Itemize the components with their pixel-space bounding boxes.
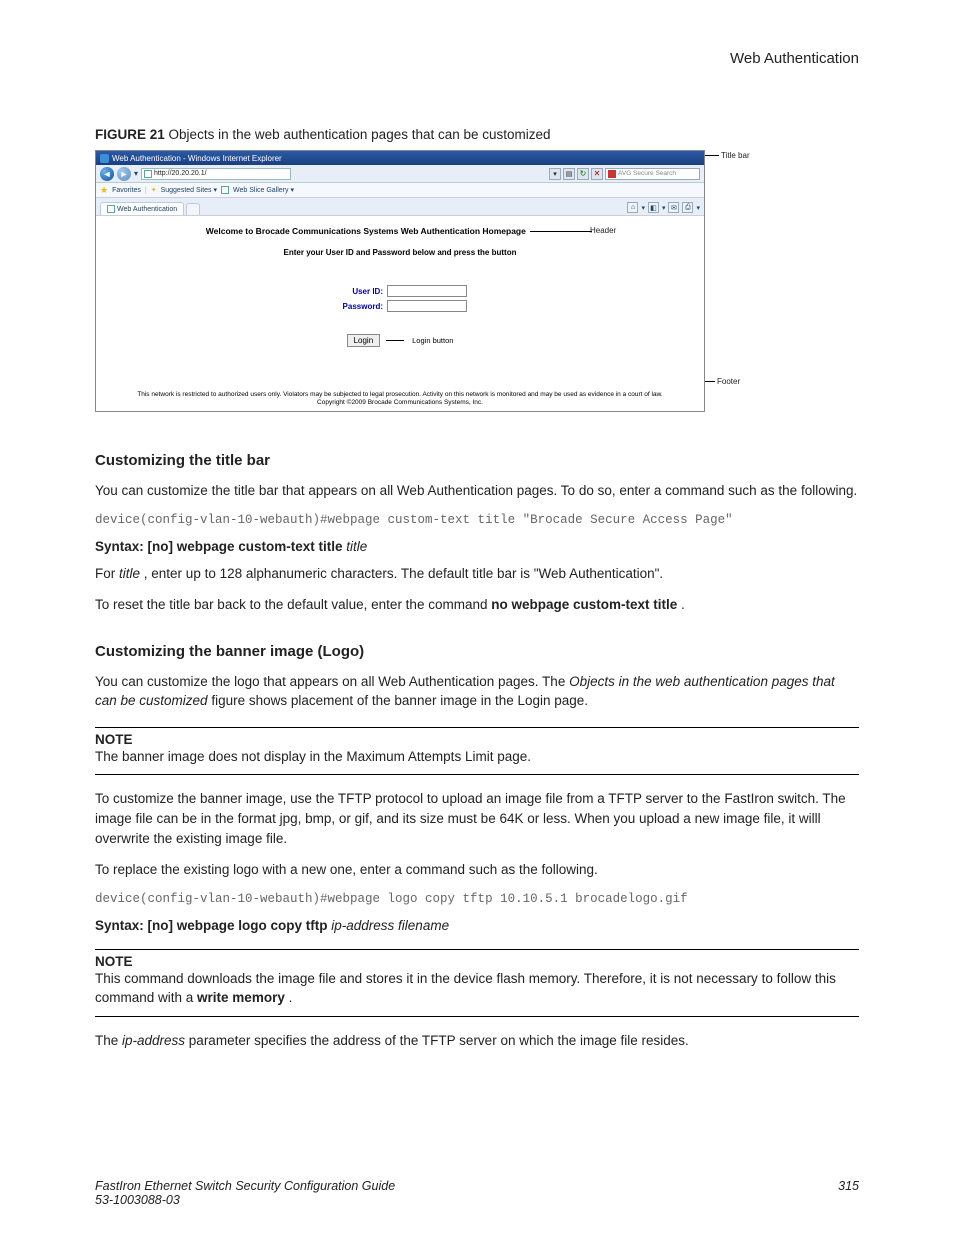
browser-titlebar: Web Authentication - Windows Internet Ex… — [96, 151, 704, 165]
note-body-1: The banner image does not display in the… — [95, 747, 859, 767]
figure-caption-text: Objects in the web authentication pages … — [169, 127, 551, 142]
mail-icon[interactable]: ✉ — [668, 202, 679, 213]
feeds-icon[interactable]: ◧ — [648, 202, 659, 213]
user-id-label: User ID: — [333, 287, 383, 296]
user-id-row: User ID: — [104, 285, 696, 297]
sec2-p4b: parameter specifies the address of the T… — [185, 1033, 689, 1048]
sec1-p1: You can customize the title bar that app… — [95, 481, 859, 501]
favorites-star-icon[interactable]: ★ — [100, 185, 108, 196]
sec1-syntax-var: title — [346, 539, 367, 554]
sec1-p2b: , enter up to 128 alphanumeric character… — [140, 566, 663, 581]
callout-header: Header — [590, 226, 616, 235]
slice-icon — [221, 186, 229, 194]
note-head-1: NOTE — [95, 732, 859, 747]
url-text: http://20.20.20.1/ — [154, 170, 207, 177]
sec2-code: device(config-vlan-10-webauth)#webpage l… — [95, 892, 859, 906]
footer-line2: Copyright ©2009 Brocade Communications S… — [317, 399, 483, 406]
login-button[interactable]: Login — [347, 334, 381, 347]
sec2-p4i: ip-address — [122, 1033, 185, 1048]
print-icon[interactable]: ⎙ — [682, 202, 693, 213]
callout-login: Login button — [412, 336, 453, 345]
sec1-p3b: no webpage custom-text title — [491, 597, 677, 612]
sec2-p1a: You can customize the logo that appears … — [95, 674, 569, 689]
sec2-p3: To replace the existing logo with a new … — [95, 860, 859, 880]
sec1-syntax-prefix: Syntax: [no] webpage custom-text title — [95, 539, 343, 554]
avg-icon — [608, 170, 616, 178]
tab-web-auth[interactable]: Web Authentication — [100, 202, 184, 215]
note-end-2 — [95, 1016, 859, 1017]
sec1-p3: To reset the title bar back to the defau… — [95, 595, 859, 615]
footer-docnum: 53-1003088-03 — [95, 1193, 395, 1207]
page-footer-text: This network is restricted to authorized… — [100, 391, 700, 407]
forward-button[interactable]: ► — [117, 167, 131, 181]
sec1-p3a: To reset the title bar back to the defau… — [95, 597, 491, 612]
running-head: Web Authentication — [95, 50, 859, 67]
password-row: Password: — [104, 300, 696, 312]
sec1-code: device(config-vlan-10-webauth)#webpage c… — [95, 513, 859, 527]
page-header-text: Welcome to Brocade Communications System… — [206, 226, 526, 236]
note2b: write memory — [197, 990, 285, 1005]
favorites-bar: ★ Favorites | ✦ Suggested Sites ▾ Web Sl… — [96, 183, 704, 198]
page-icon — [144, 170, 152, 178]
web-slice-gallery[interactable]: Web Slice Gallery ▾ — [233, 186, 294, 194]
home-icon[interactable]: ⌂ — [627, 202, 638, 213]
callout-footer: Footer — [717, 377, 740, 386]
tab-bar: Web Authentication ⌂▾ ◧▾ ✉ ⎙▾ — [96, 198, 704, 216]
page-footer: FastIron Ethernet Switch Security Config… — [95, 1179, 859, 1207]
url-input[interactable]: http://20.20.20.1/ — [141, 168, 291, 180]
page-subheader: Enter your User ID and Password below an… — [104, 248, 696, 257]
new-tab-button[interactable] — [186, 203, 200, 215]
password-label: Password: — [333, 302, 383, 311]
note2c: . — [285, 990, 293, 1005]
window-title: Web Authentication - Windows Internet Ex… — [112, 154, 282, 163]
sec2-p2: To customize the banner image, use the T… — [95, 789, 859, 848]
sec1-p2: For title , enter up to 128 alphanumeric… — [95, 564, 859, 584]
sec2-syntax-prefix: Syntax: [no] webpage logo copy tftp — [95, 918, 328, 933]
search-box[interactable]: AVG Secure Search — [605, 168, 700, 180]
favorites-label: Favorites — [112, 187, 141, 194]
sec2-p1: You can customize the logo that appears … — [95, 672, 859, 711]
note-end-1 — [95, 774, 859, 775]
sec1-p2a: For — [95, 566, 119, 581]
figure-label: FIGURE 21 — [95, 127, 165, 142]
sec2-p4: The ip-address parameter specifies the a… — [95, 1031, 859, 1051]
figure-caption: FIGURE 21 Objects in the web authenticat… — [95, 127, 859, 142]
sec1-p3c: . — [677, 597, 685, 612]
footer-title: FastIron Ethernet Switch Security Config… — [95, 1179, 395, 1193]
tab-page-icon — [107, 205, 115, 213]
url-dropdown[interactable]: ▾ — [549, 168, 561, 180]
search-placeholder: AVG Secure Search — [618, 170, 676, 177]
note-body-2: This command downloads the image file an… — [95, 969, 859, 1008]
footer-line1: This network is restricted to authorized… — [137, 391, 662, 398]
user-id-input[interactable] — [387, 285, 467, 297]
suggested-sites[interactable]: Suggested Sites ▾ — [161, 186, 217, 194]
browser-mock: Web Authentication - Windows Internet Ex… — [95, 150, 705, 412]
page-content: Welcome to Brocade Communications System… — [96, 216, 704, 411]
sec2-p1b: figure shows placement of the banner ima… — [208, 693, 589, 708]
sec1-p2var: title — [119, 566, 140, 581]
back-button[interactable]: ◄ — [100, 167, 114, 181]
password-input[interactable] — [387, 300, 467, 312]
figure-21: Web Authentication - Windows Internet Ex… — [95, 150, 859, 412]
note-rule-2 — [95, 949, 859, 950]
heading-title-bar: Customizing the title bar — [95, 452, 859, 469]
note-rule-1 — [95, 727, 859, 728]
sec1-syntax: Syntax: [no] webpage custom-text title t… — [95, 539, 859, 554]
page-number: 315 — [838, 1179, 859, 1207]
note-head-2: NOTE — [95, 954, 859, 969]
callout-titlebar: Title bar — [721, 151, 750, 160]
refresh-button[interactable]: ↻ — [577, 168, 589, 180]
suggested-icon: ✦ — [151, 186, 157, 194]
sec2-syntax-var: ip-address filename — [331, 918, 449, 933]
stop-button[interactable]: ✕ — [591, 168, 603, 180]
sec2-syntax: Syntax: [no] webpage logo copy tftp ip-a… — [95, 918, 859, 933]
sec2-p4a: The — [95, 1033, 122, 1048]
command-bar: ⌂▾ ◧▾ ✉ ⎙▾ — [627, 202, 700, 215]
browser-address-bar: ◄ ► ▾ http://20.20.20.1/ ▾ ▤ ↻ ✕ AVG Sec… — [96, 165, 704, 183]
compat-icon[interactable]: ▤ — [563, 168, 575, 180]
tab-title: Web Authentication — [117, 206, 177, 213]
ie-icon — [100, 154, 109, 163]
heading-banner-image: Customizing the banner image (Logo) — [95, 643, 859, 660]
